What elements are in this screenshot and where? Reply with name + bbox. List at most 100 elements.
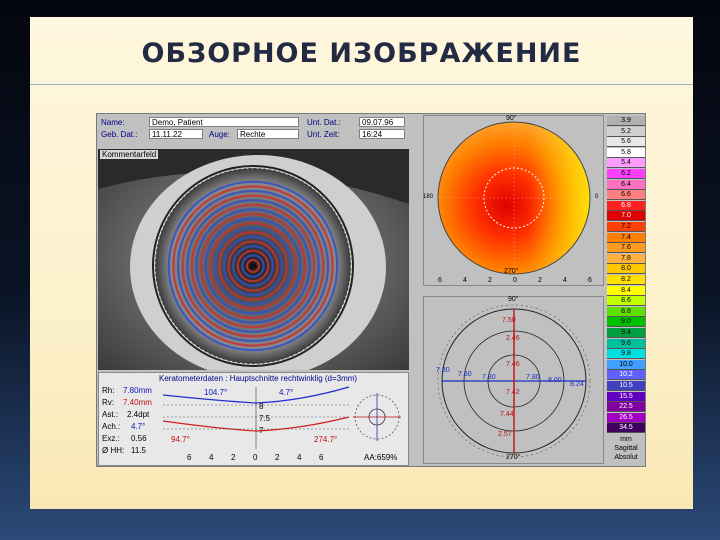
auge-label: Auge:	[209, 130, 230, 139]
angle-274-label: 274.7°	[314, 435, 338, 444]
aa-value: AA:659%	[364, 453, 398, 462]
map1-top-angle: 90°	[506, 115, 517, 122]
exz-label: Exz.:	[102, 434, 120, 443]
x-tick-label: 6	[438, 277, 442, 284]
meridian-map: 90° 270° 7.50 2.46 7.46 7.42 7.44 2.57 7…	[423, 296, 604, 464]
scale-mode-absolut: Absolut	[614, 454, 638, 461]
unt-zeit-label: Unt. Zeit:	[307, 130, 340, 139]
scale-unit: mm	[620, 436, 632, 443]
x-tick-label: 2	[231, 453, 236, 462]
title-divider	[30, 84, 693, 85]
scale-step: 7.0	[607, 211, 645, 222]
meridian-h1: 7.80	[436, 367, 450, 374]
ach-label: Ach.:	[102, 422, 121, 431]
scale-step: 9.6	[607, 338, 645, 349]
y-tick-7: 7	[259, 426, 264, 435]
scale-step: 8.2	[607, 275, 645, 285]
scale-step: 9.0	[607, 317, 645, 328]
y-tick-7-5: 7.5	[259, 414, 271, 423]
meridian-v3: 7.46	[506, 361, 520, 368]
scale-step: 34.5	[607, 423, 645, 434]
meridian-h4: 7.80	[526, 374, 540, 381]
scale-step: 6.8	[607, 200, 645, 211]
x-tick-label: 2	[538, 277, 542, 284]
scale-step: 8.8	[607, 306, 645, 317]
map1-left-angle: 180	[423, 194, 434, 200]
scale-step: 15.5	[607, 391, 645, 402]
scale-step: 7.8	[607, 253, 645, 264]
scale-step: 8.6	[607, 296, 645, 307]
scale-step: 8.4	[607, 285, 645, 296]
rv-value: 7.40mm	[123, 398, 152, 407]
scale-step: 6.4	[607, 179, 645, 190]
auge-field[interactable]: Rechte	[237, 129, 299, 139]
exz-value: 0.56	[131, 434, 147, 443]
color-map-plot	[437, 121, 591, 275]
ach-value: 4.7°	[131, 422, 146, 431]
scale-step: 3.9	[607, 116, 645, 126]
rv-label: Rv:	[102, 398, 114, 407]
meridian-h5: 8.00	[548, 377, 562, 384]
x-tick-label: 4	[463, 277, 467, 284]
scale-step: 8.0	[607, 264, 645, 275]
scale-step: 9.8	[607, 349, 645, 360]
eye-image-panel: Kommentarfeld	[98, 149, 409, 379]
unt-dat-label: Unt. Dat.:	[307, 118, 341, 127]
meridian-v2: 2.46	[506, 335, 520, 342]
scale-step: 5.2	[607, 126, 645, 137]
geb-dat-label: Geb. Dat.:	[101, 130, 138, 139]
scale-mode-sagittal: Sagittal	[614, 445, 638, 452]
color-scale-legend: 3.9 5.2 5.6 5.8 5.4 6.2 6.4 6.6 6.8 7.0 7.2 7.4 7.6 7…	[607, 116, 645, 464]
map2-top-angle: 90°	[508, 296, 519, 303]
topography-screenshot: Name: Demo, Patient Unt. Dat.: 09.07.96 …	[96, 113, 646, 467]
x-tick-label: 6	[588, 277, 592, 284]
ast-value: 2.4dpt	[127, 410, 150, 419]
meridian-h2: 7.80	[458, 371, 472, 378]
axis-dial	[353, 393, 401, 441]
kerato-profile-chart	[162, 386, 350, 449]
x-tick-label: 0	[253, 453, 258, 462]
y-tick-8: 8	[259, 402, 264, 411]
scale-step: 10.0	[607, 359, 645, 370]
scale-step: 6.2	[607, 169, 645, 179]
meridian-v6: 2.57	[498, 431, 512, 438]
rh-value: 7.80mm	[123, 386, 152, 395]
scale-step: 7.2	[607, 222, 645, 232]
x-tick-label: 0	[513, 277, 517, 284]
meridian-h3: 7.80	[482, 374, 496, 381]
meridian-v1: 7.50	[502, 317, 516, 324]
scale-step: 22.5	[607, 402, 645, 413]
name-label: Name:	[101, 118, 125, 127]
meridian-v4: 7.42	[506, 389, 520, 396]
x-tick-label: 4	[297, 453, 302, 462]
slide-title: ОБЗОРНОЕ ИЗОБРАЖЕНИЕ	[141, 38, 582, 69]
unt-zeit-field[interactable]: 16:24	[359, 129, 405, 139]
sagittal-color-map: 90° 270° 180 0 6 4 2 0 2 4 6	[423, 115, 604, 286]
geb-dat-field[interactable]: 11.11.22	[149, 129, 203, 139]
meridian-v5: 7.44	[500, 411, 514, 418]
x-tick-label: 4	[209, 453, 214, 462]
map1-bottom-angle: 270°	[504, 268, 519, 275]
unt-dat-field[interactable]: 09.07.96	[359, 117, 405, 127]
scale-step: 5.8	[607, 147, 645, 158]
meridian-h6: 8.24	[570, 381, 584, 388]
scale-step: 9.4	[607, 328, 645, 338]
comment-field-label[interactable]: Kommentarfeld	[100, 150, 159, 159]
x-tick-label: 6	[187, 453, 192, 462]
angle-104-label: 104.7°	[204, 388, 228, 397]
angle-4-7-label: 4.7°	[279, 388, 294, 397]
x-tick-label: 4	[563, 277, 567, 284]
hh-value: 11.5	[131, 446, 146, 455]
keratometer-panel: Keratometerdaten : Hauptschnitte rechtwi…	[98, 372, 409, 466]
scale-step: 26.5	[607, 412, 645, 423]
map2-bottom-angle: 270°	[506, 454, 521, 461]
map1-right-angle: 0	[595, 194, 599, 200]
x-tick-label: 2	[275, 453, 280, 462]
ast-label: Ast.:	[102, 410, 119, 419]
scale-step: 10.5	[607, 381, 645, 391]
name-field[interactable]: Demo, Patient	[149, 117, 299, 127]
scale-step: 7.6	[607, 243, 645, 254]
scale-step: 5.4	[607, 158, 645, 169]
scale-step: 6.6	[607, 190, 645, 201]
hh-label: Ø HH:	[102, 446, 125, 455]
